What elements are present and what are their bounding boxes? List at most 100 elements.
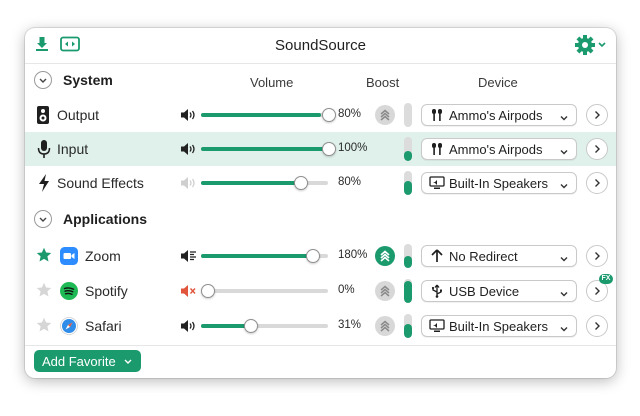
zoom-volume-value: 180% [338, 249, 368, 261]
input-row[interactable]: Input 100% Ammo's Airpods [25, 132, 616, 166]
zoom-row[interactable]: Zoom 180% No Redirect [25, 239, 616, 273]
output-device-label: Ammo's Airpods [449, 108, 543, 123]
volume-icon[interactable] [180, 176, 198, 195]
input-label: Input [57, 141, 89, 157]
sound-effects-volume-value: 80% [338, 176, 362, 188]
input-level-meter [404, 137, 412, 161]
chevron-down-icon [559, 286, 569, 304]
input-volume-slider[interactable] [201, 147, 328, 151]
output-boost-button[interactable] [375, 105, 395, 125]
sound-effects-device-label: Built-In Speakers [449, 176, 548, 191]
volume-icon[interactable] [180, 108, 198, 127]
star-outline-icon[interactable] [36, 282, 52, 303]
safari-icon [60, 317, 78, 340]
speaker-icon [36, 105, 50, 130]
output-row[interactable]: Output 80% Ammo's Airpods [25, 98, 616, 132]
volume-icon[interactable] [180, 319, 198, 338]
output-volume-slider[interactable] [201, 113, 328, 117]
spotify-label: Spotify [85, 283, 128, 299]
sound-effects-device-select[interactable]: Built-In Speakers [421, 172, 577, 194]
zoom-icon [60, 247, 78, 270]
input-details-button[interactable] [586, 138, 608, 160]
star-filled-icon[interactable] [36, 247, 52, 268]
spotify-boost-button[interactable] [375, 281, 395, 301]
add-favorite-label: Add Favorite [42, 354, 116, 369]
collapse-applications-button[interactable] [34, 210, 52, 228]
chevron-down-icon [559, 178, 569, 196]
lightning-icon [37, 173, 51, 198]
output-label: Output [57, 107, 100, 123]
volume-eq-icon[interactable] [180, 249, 198, 268]
chevron-down-icon [559, 144, 569, 162]
window-title: SoundSource [275, 37, 366, 54]
spotify-volume-knob[interactable] [201, 284, 215, 298]
spotify-device-label: USB Device [449, 284, 520, 299]
volume-column-header: Volume [250, 75, 294, 90]
safari-device-select[interactable]: Built-In Speakers [421, 315, 577, 337]
safari-details-button[interactable] [586, 315, 608, 337]
airpods-icon [429, 142, 445, 161]
volume-muted-icon[interactable] [180, 284, 198, 303]
chevron-down-icon [124, 359, 132, 364]
zoom-device-label: No Redirect [449, 249, 518, 264]
sound-effects-label: Sound Effects [57, 175, 144, 191]
display-speaker-icon [429, 319, 445, 338]
volume-icon[interactable] [180, 142, 198, 161]
gear-icon[interactable] [574, 34, 608, 61]
input-volume-knob[interactable] [322, 142, 336, 156]
sound-effects-level-meter [404, 171, 412, 195]
sound-effects-row[interactable]: Sound Effects 80% Built-In Speakers [25, 166, 616, 200]
system-section-title: System [63, 72, 113, 88]
output-volume-value: 80% [338, 108, 362, 120]
fx-badge: FX [599, 274, 613, 284]
spotify-device-select[interactable]: USB Device [421, 280, 577, 302]
spotify-volume-slider[interactable] [201, 289, 328, 293]
safari-label: Safari [85, 318, 122, 334]
arrow-up-icon [429, 249, 445, 268]
sound-effects-volume-slider[interactable] [201, 181, 328, 185]
chevron-down-icon [559, 110, 569, 128]
spotify-row[interactable]: Spotify 0% USB Device FX [25, 274, 616, 308]
display-speaker-icon [429, 176, 445, 195]
sound-effects-volume-knob[interactable] [294, 176, 308, 190]
microphone-icon [37, 139, 51, 164]
zoom-label: Zoom [85, 248, 121, 264]
spotify-volume-value: 0% [338, 284, 355, 296]
input-device-select[interactable]: Ammo's Airpods [421, 138, 577, 160]
chevron-down-icon [559, 251, 569, 269]
input-device-label: Ammo's Airpods [449, 142, 543, 157]
collapse-system-button[interactable] [34, 71, 52, 89]
spotify-level-meter [404, 279, 412, 303]
zoom-details-button[interactable] [586, 245, 608, 267]
chevron-down-icon [559, 321, 569, 339]
zoom-level-meter [404, 244, 412, 268]
safari-boost-button[interactable] [375, 316, 395, 336]
zoom-volume-knob[interactable] [306, 249, 320, 263]
safari-volume-slider[interactable] [201, 324, 328, 328]
output-level-meter [404, 103, 412, 127]
safari-row[interactable]: Safari 31% Built-In Speakers [25, 309, 616, 343]
footer-divider [25, 345, 616, 346]
output-device-select[interactable]: Ammo's Airpods [421, 104, 577, 126]
input-volume-value: 100% [338, 142, 368, 154]
output-details-button[interactable] [586, 104, 608, 126]
safari-volume-knob[interactable] [244, 319, 258, 333]
add-favorite-button[interactable]: Add Favorite [34, 350, 141, 372]
airpods-icon [429, 108, 445, 127]
device-column-header: Device [478, 75, 518, 90]
applications-section-title: Applications [63, 211, 148, 227]
spotify-icon [60, 282, 78, 305]
applications-section-header: Applications [25, 206, 616, 234]
star-outline-icon[interactable] [36, 317, 52, 338]
safari-volume-value: 31% [338, 319, 362, 331]
boost-column-header: Boost [366, 75, 400, 90]
sound-effects-details-button[interactable] [586, 172, 608, 194]
output-volume-knob[interactable] [322, 108, 336, 122]
safari-level-meter [404, 314, 412, 338]
title-bar: SoundSource [25, 28, 616, 64]
system-section-header: System Volume Boost Device [25, 67, 616, 95]
zoom-device-select[interactable]: No Redirect [421, 245, 577, 267]
usb-icon [429, 284, 445, 303]
zoom-boost-button[interactable] [375, 246, 395, 266]
safari-device-label: Built-In Speakers [449, 319, 548, 334]
